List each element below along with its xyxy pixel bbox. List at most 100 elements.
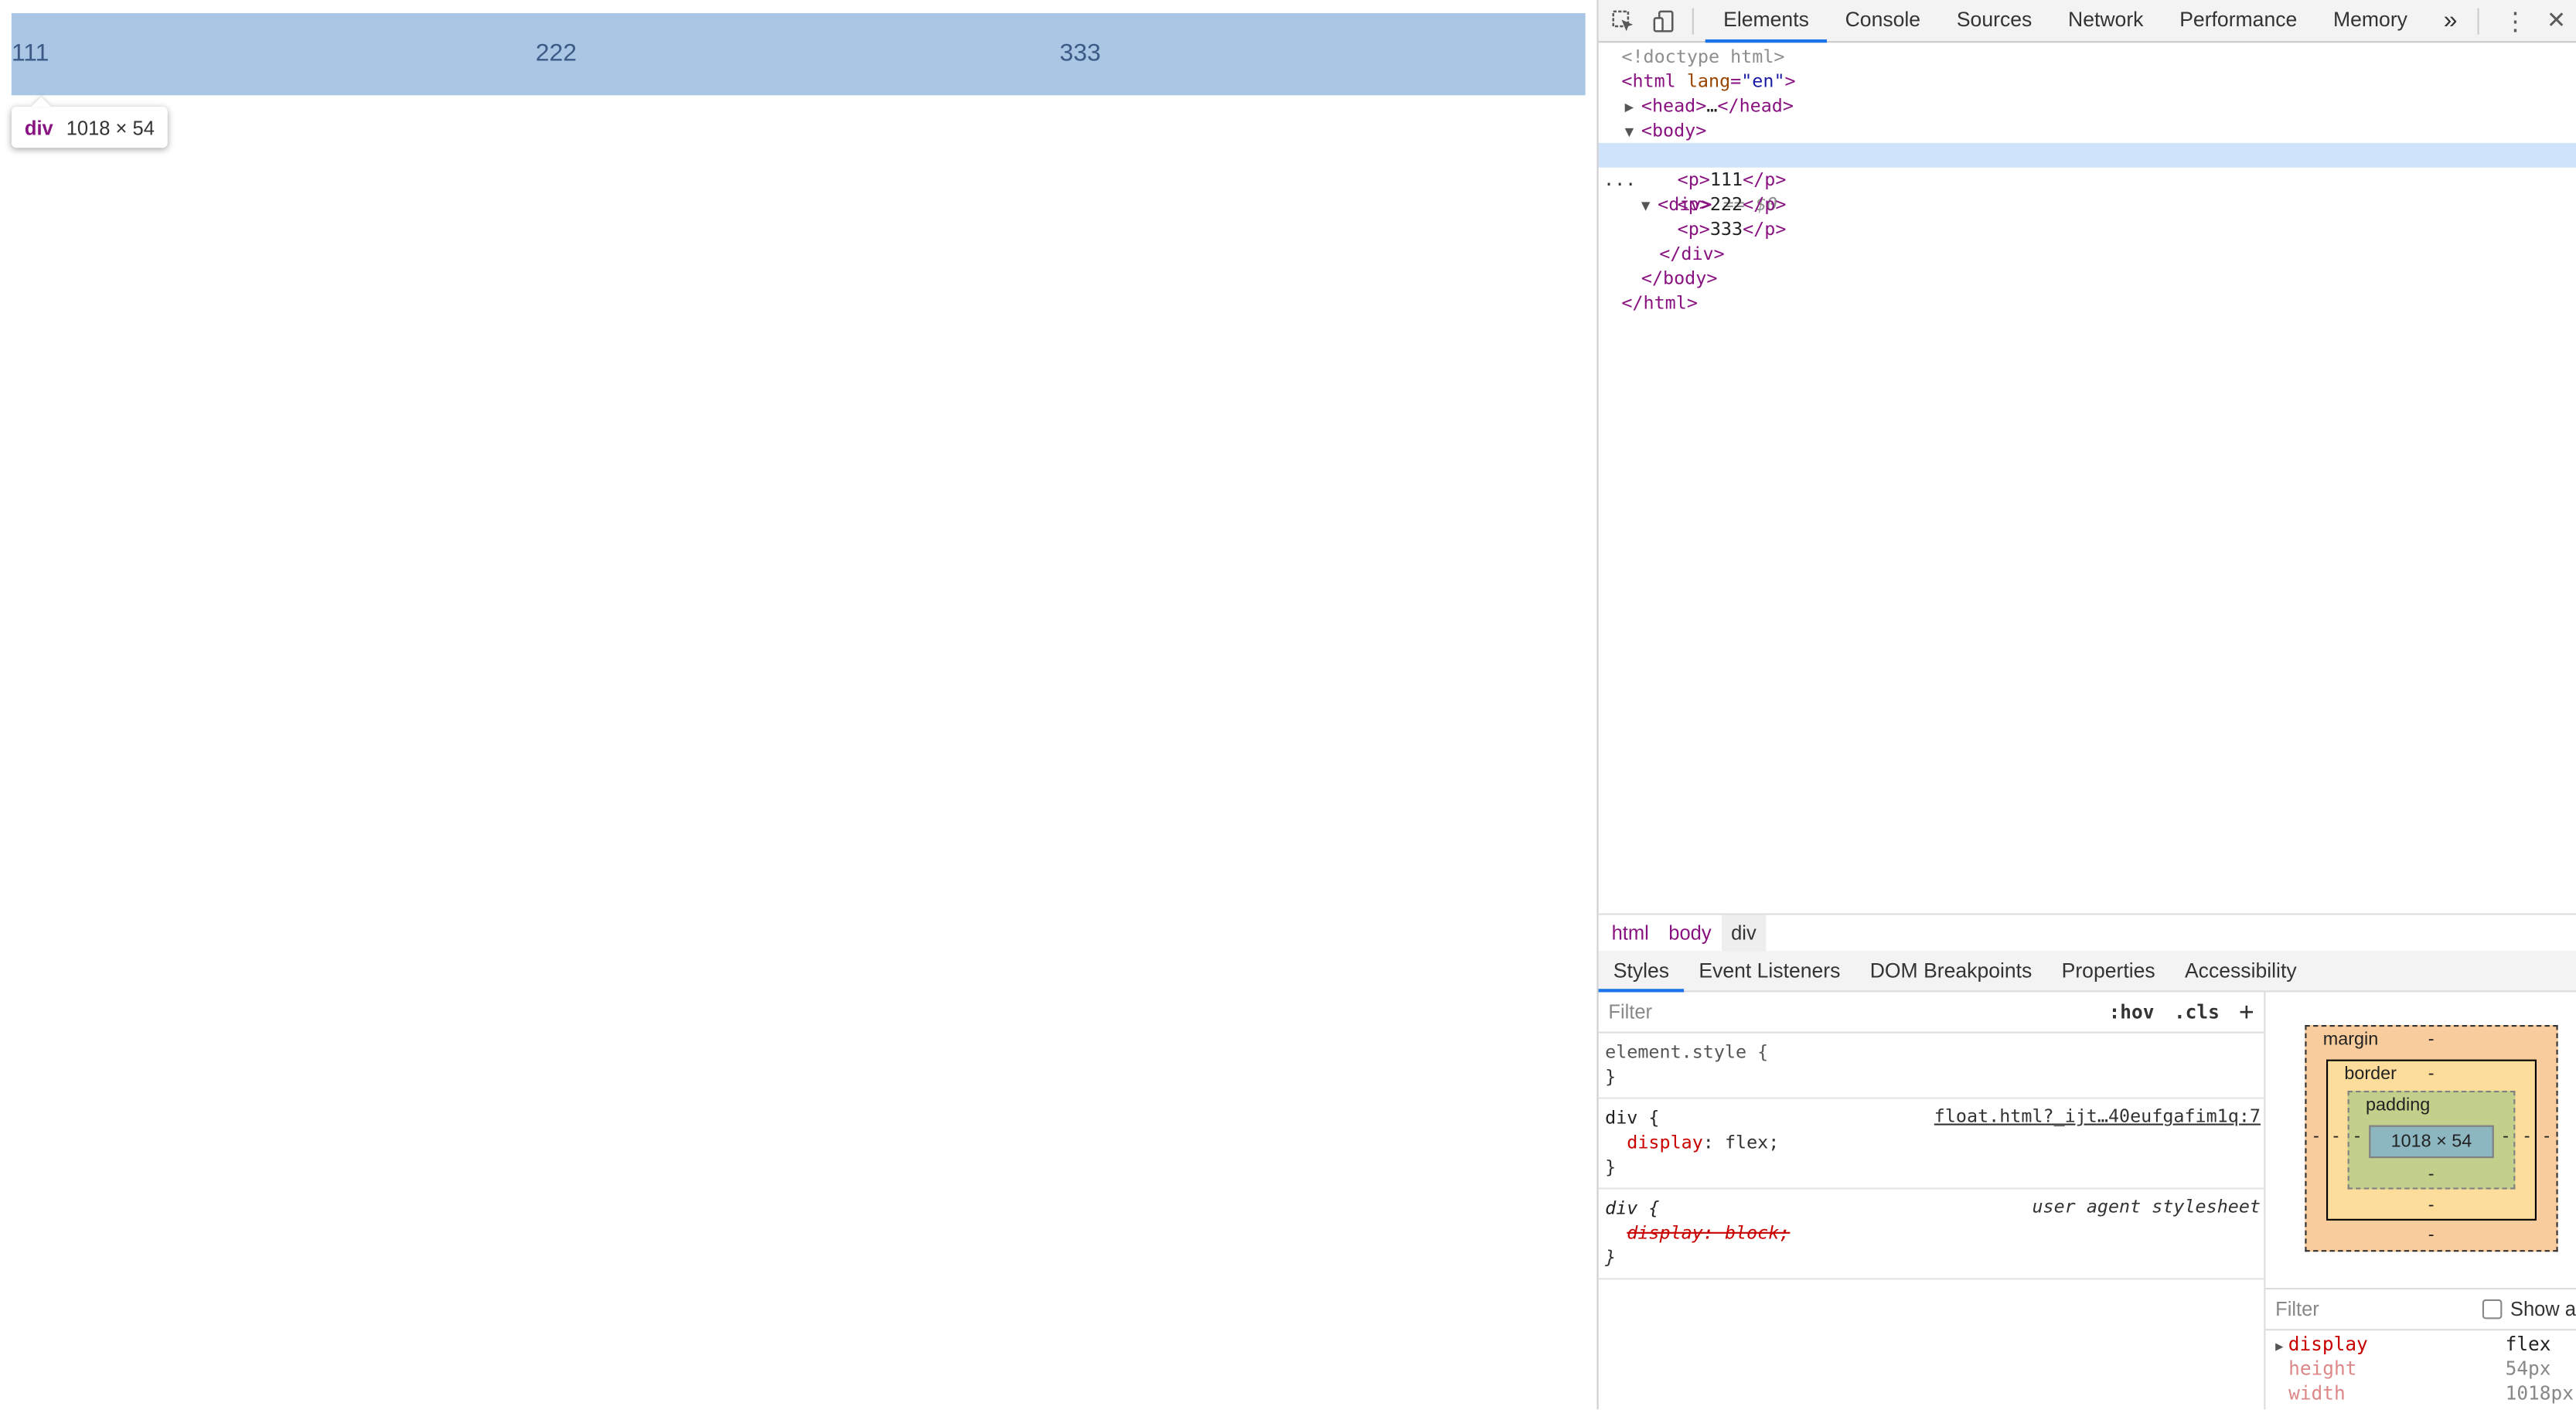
styles-filter-input[interactable]: Filter	[1608, 1000, 2098, 1023]
dom-html-open[interactable]: <html lang="en">	[1621, 69, 1795, 94]
breadcrumb-div[interactable]: div	[1721, 914, 1767, 952]
border-top-value: -	[2428, 1064, 2435, 1085]
rule-source-label: user agent stylesheet	[2032, 1196, 2261, 1218]
computed-row-display[interactable]: ▶ display flex	[2275, 1332, 2576, 1357]
toolbar-separator	[1692, 7, 1694, 34]
dom-tree: <!doctype html> <html lang="en"> ▶ <head>…	[1598, 43, 2576, 913]
inspect-element-icon[interactable]	[1607, 4, 1640, 37]
box-model-border[interactable]: border - - - - padding - - - 1018 × 54	[2326, 1059, 2537, 1221]
tab-dom-breakpoints[interactable]: DOM Breakpoints	[1855, 951, 2047, 990]
padding-right-value: -	[2503, 1126, 2509, 1147]
tab-network[interactable]: Network	[2050, 0, 2162, 41]
dom-div-selected[interactable]: ... ▼ <div> == $0	[1598, 142, 2576, 215]
rule-close: }	[1605, 1156, 1617, 1178]
computed-key: display	[2288, 1332, 2368, 1356]
margin-left-value: -	[2313, 1126, 2319, 1147]
computed-filter-bar: Filter Show a	[2265, 1288, 2576, 1331]
rule-value[interactable]: flex;	[1725, 1132, 1779, 1153]
breadcrumb-body[interactable]: body	[1659, 915, 1722, 952]
head-open: <head>	[1641, 95, 1707, 117]
dom-div-close[interactable]: </div>	[1659, 241, 1724, 266]
tab-event-listeners[interactable]: Event Listeners	[1684, 951, 1855, 990]
dom-doctype[interactable]: <!doctype html>	[1621, 44, 1784, 69]
margin-top-value: -	[2428, 1030, 2435, 1050]
html-attr-name: lang	[1686, 70, 1731, 92]
tab-styles[interactable]: Styles	[1598, 951, 1685, 993]
tab-memory[interactable]: Memory	[2315, 0, 2426, 41]
html-attr-value: "en"	[1741, 70, 1785, 92]
tab-accessibility[interactable]: Accessibility	[2170, 951, 2312, 990]
add-rule-button[interactable]: +	[2239, 997, 2254, 1027]
devtools-panel: Elements Console Sources Network Perform…	[1596, 0, 2576, 1410]
device-toggle-icon[interactable]	[1647, 4, 1681, 37]
tab-elements[interactable]: Elements	[1705, 0, 1828, 43]
tab-sources[interactable]: Sources	[1938, 0, 2050, 41]
html-tag: <html	[1621, 70, 1676, 92]
dom-head[interactable]: ▶ <head>…</head>	[1625, 94, 1794, 118]
p2-text: 222	[1709, 193, 1743, 216]
styles-filter-bar: Filter :hov .cls +	[1598, 993, 2264, 1034]
p1-text: 111	[1709, 169, 1743, 191]
html-close-tag: </html>	[1621, 292, 1698, 314]
rule-property-overridden: display: block;	[1627, 1222, 1791, 1244]
dom-p-2[interactable]: <p>222</p>	[1678, 192, 1787, 217]
box-model-diagram: margin - - - - border - - - - padding -	[2305, 1025, 2558, 1252]
rule-selector[interactable]: div {	[1605, 1107, 1659, 1129]
show-all-checkbox[interactable]	[2482, 1299, 2503, 1320]
p-open-tag: <p>	[1677, 193, 1710, 216]
computed-value: 54px	[2505, 1357, 2551, 1380]
paragraph-1: 111	[11, 39, 49, 68]
computed-row-width[interactable]: width 1018px	[2288, 1381, 2576, 1406]
tooltip-size: 1018 × 54	[66, 115, 155, 139]
show-all-label: Show a	[2510, 1297, 2576, 1321]
box-model-margin[interactable]: margin - - - - border - - - - padding -	[2305, 1025, 2558, 1252]
dom-p-1[interactable]: <p>111</p>	[1678, 168, 1787, 192]
div-close-tag: </div>	[1659, 243, 1725, 265]
hov-button[interactable]: :hov	[2109, 1000, 2155, 1023]
close-icon[interactable]: ✕	[2540, 4, 2573, 37]
tab-performance[interactable]: Performance	[2162, 0, 2315, 41]
body-open-tag: <body>	[1641, 120, 1707, 141]
dom-body-open[interactable]: ▼ <body>	[1625, 118, 1707, 143]
computed-row-height[interactable]: height 54px	[2288, 1357, 2576, 1381]
tab-console[interactable]: Console	[1827, 0, 1938, 41]
computed-key: width	[2288, 1381, 2346, 1405]
rule-close: }	[1605, 1066, 1617, 1088]
padding-bottom-value: -	[2428, 1164, 2435, 1185]
rule-property[interactable]: display	[1627, 1132, 1703, 1153]
element-tooltip: div 1018 × 54	[11, 107, 168, 148]
kebab-menu-icon[interactable]: ⋮	[2499, 4, 2532, 37]
dom-html-close[interactable]: </html>	[1621, 291, 1698, 315]
paragraph-3: 333	[1059, 39, 1101, 68]
html-close-bracket: >	[1784, 70, 1796, 92]
border-left-value: -	[2332, 1126, 2339, 1147]
row-dots-icon[interactable]: ...	[1603, 168, 1636, 192]
breadcrumb-html[interactable]: html	[1602, 915, 1659, 952]
border-label: border	[2344, 1064, 2397, 1085]
rule-selector[interactable]: element.style {	[1605, 1041, 1768, 1063]
style-rule-user-agent: div { user agent stylesheet display: blo…	[1598, 1190, 2264, 1280]
computed-filter-input[interactable]: Filter	[2275, 1298, 2482, 1321]
head-close: </head>	[1717, 95, 1794, 117]
box-model-padding[interactable]: padding - - - 1018 × 54	[2347, 1091, 2516, 1190]
padding-label: padding	[2366, 1095, 2431, 1115]
computed-value: 1018px	[2505, 1381, 2574, 1405]
styles-pane: Filter :hov .cls + element.style { } div…	[1598, 992, 2266, 1410]
cls-button[interactable]: .cls	[2174, 1000, 2220, 1023]
box-model-content[interactable]: 1018 × 54	[2369, 1125, 2494, 1159]
computed-pane: margin - - - - border - - - - padding -	[2265, 993, 2576, 1410]
rule-close: }	[1605, 1246, 1617, 1269]
paragraph-2: 222	[535, 39, 577, 68]
style-rule-div: div { float.html?_ijt…40eufgafim1q:7 dis…	[1598, 1099, 2264, 1190]
rule-source-link[interactable]: float.html?_ijt…40eufgafim1q:7	[1934, 1105, 2261, 1127]
devtools-toolbar: Elements Console Sources Network Perform…	[1598, 0, 2576, 43]
tab-properties[interactable]: Properties	[2046, 951, 2169, 990]
page-viewport: 111 222 333 div 1018 × 54	[0, 0, 1597, 1410]
p-open-tag: <p>	[1677, 169, 1710, 191]
dom-body-close[interactable]: </body>	[1641, 266, 1718, 291]
expand-triangle-icon[interactable]: ▶	[2275, 1339, 2283, 1354]
dom-p-3[interactable]: <p>333</p>	[1678, 217, 1787, 242]
styles-sub-tabs: Styles Event Listeners DOM Breakpoints P…	[1598, 951, 2576, 993]
collapse-triangle-icon[interactable]: ▼	[1641, 196, 1658, 220]
head-ellipsis: …	[1706, 95, 1718, 117]
